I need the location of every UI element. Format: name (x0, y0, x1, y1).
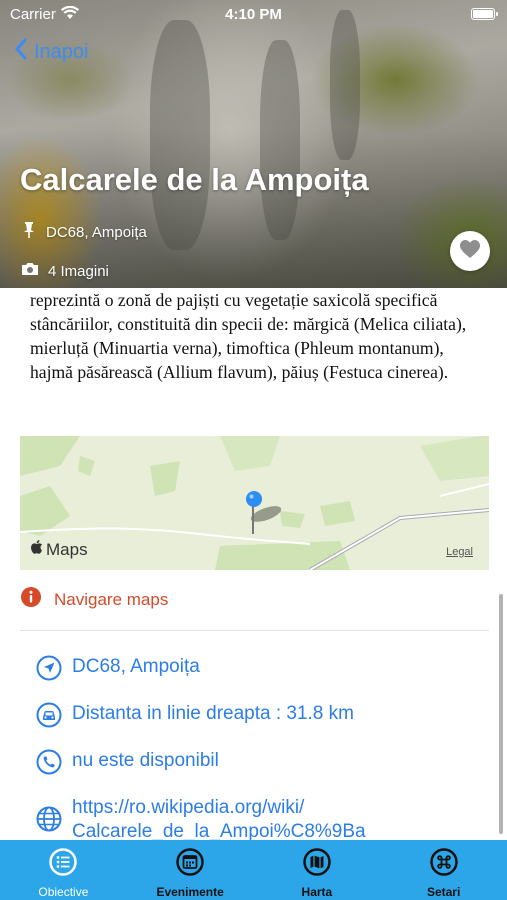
hero-images[interactable]: 4 Imagini (20, 261, 109, 281)
phone-text: nu este disponibil (72, 750, 219, 771)
website-line-1: https://ro.wikipedia.org/wiki/ (72, 797, 305, 818)
info-icon (20, 586, 42, 613)
hero-location: DC68, Ampoița (20, 221, 147, 243)
chevron-left-icon (14, 38, 28, 66)
website-link[interactable]: https://ro.wikipedia.org/wiki/ Calcarele… (72, 796, 366, 844)
status-bar: Carrier 4:10 PM (0, 0, 507, 30)
map-legal-link[interactable]: Legal (446, 546, 473, 558)
tab-label: Harta (301, 885, 333, 899)
calendar-icon (176, 848, 204, 881)
phone-icon (36, 749, 62, 775)
page-title: Calcarele de la Ampoița (20, 162, 369, 197)
screen: Carrier 4:10 PM Inapoi Calcarele de la A… (0, 0, 507, 900)
tab-label: Setari (426, 885, 461, 899)
pin-icon (20, 221, 38, 243)
clock: 4:10 PM (225, 6, 282, 23)
tab-setari[interactable]: Setari (380, 840, 507, 900)
scrollbar[interactable] (499, 594, 503, 834)
tab-bar: Obiective Evenimente Harta Setari (0, 840, 507, 900)
heart-icon (459, 239, 481, 264)
tab-label: Evenimente (156, 885, 224, 899)
website-row[interactable]: https://ro.wikipedia.org/wiki/ Calcarele… (36, 796, 366, 844)
map-pin-icon (245, 490, 263, 513)
maps-logo: Maps (30, 539, 88, 560)
maps-label: Maps (46, 539, 88, 559)
distance-text: Distanta in linie dreapta : 31.8 km (72, 703, 354, 724)
phone-row[interactable]: nu este disponibil (36, 749, 219, 775)
favorite-button[interactable] (450, 231, 490, 271)
description-text: reprezintă o zonă de pajiști cu vegetați… (30, 290, 467, 382)
address-text: DC68, Ampoița (72, 656, 200, 677)
location-map[interactable]: Maps Legal (20, 436, 489, 570)
divider (20, 630, 489, 631)
distance-row[interactable]: Distanta in linie dreapta : 31.8 km (36, 702, 354, 728)
camera-icon (20, 261, 40, 281)
command-icon (429, 848, 458, 881)
map-icon (303, 848, 331, 881)
tab-label: Obiective (38, 885, 89, 899)
address-row[interactable]: DC68, Ampoița (36, 655, 200, 681)
back-button[interactable]: Inapoi (14, 38, 89, 66)
navigate-label: Navigare maps (54, 589, 169, 609)
back-label: Inapoi (34, 40, 89, 63)
globe-icon (36, 806, 62, 832)
tab-evenimente[interactable]: Evenimente (127, 840, 254, 900)
list-icon (49, 848, 78, 881)
location-arrow-icon (36, 655, 62, 681)
apple-icon (30, 539, 44, 560)
tab-objective[interactable]: Obiective (0, 840, 127, 900)
images-count: 4 Imagini (48, 262, 109, 280)
navigate-maps-button[interactable]: Navigare maps (20, 586, 168, 613)
tab-harta[interactable]: Harta (254, 840, 381, 900)
car-icon (36, 702, 62, 728)
location-label: DC68, Ampoița (46, 223, 147, 241)
battery-icon (471, 8, 498, 20)
